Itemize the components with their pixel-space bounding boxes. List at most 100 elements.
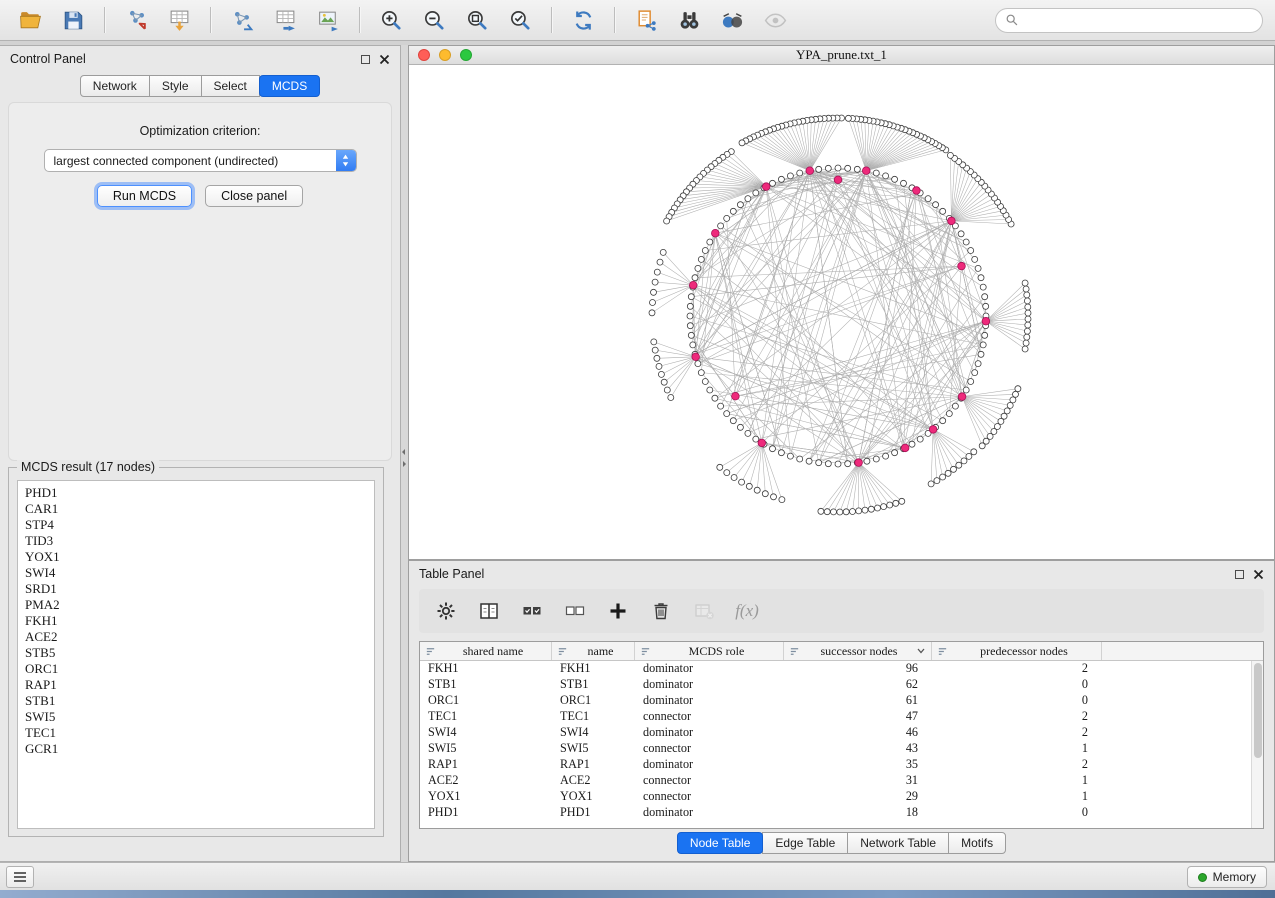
float-table-panel-button[interactable]	[1235, 570, 1244, 579]
tab-mcds[interactable]: MCDS	[259, 75, 320, 97]
table-cell[interactable]: SWI4	[420, 725, 552, 741]
mcds-result-item[interactable]: PHD1	[25, 485, 374, 501]
table-cell[interactable]: 29	[784, 789, 932, 805]
mcds-result-item[interactable]: GCR1	[25, 741, 374, 757]
table-cell[interactable]: connector	[635, 789, 784, 805]
splitter-collapse-left-icon[interactable]	[402, 449, 405, 455]
unselect-all-button[interactable]	[560, 596, 590, 626]
preview-button[interactable]	[757, 4, 793, 36]
column-header-name[interactable]: name	[552, 642, 635, 660]
import-table-button[interactable]	[161, 4, 197, 36]
tab-select[interactable]: Select	[201, 75, 260, 97]
import-network-button[interactable]	[118, 4, 154, 36]
table-cell[interactable]: 2	[932, 709, 1102, 725]
tab-style[interactable]: Style	[149, 75, 202, 97]
split-columns-button[interactable]	[474, 596, 504, 626]
splitter-collapse-right-icon[interactable]	[403, 461, 406, 467]
table-cell[interactable]: 35	[784, 757, 932, 773]
mcds-result-item[interactable]: SWI5	[25, 709, 374, 725]
table-row[interactable]: SWI4SWI4dominator462	[420, 725, 1251, 741]
tab-motifs[interactable]: Motifs	[948, 832, 1006, 854]
hide-columns-button[interactable]	[689, 596, 719, 626]
export-image-button[interactable]	[310, 4, 346, 36]
manage-views-button[interactable]	[714, 4, 750, 36]
table-cell[interactable]: dominator	[635, 805, 784, 821]
table-cell[interactable]: 47	[784, 709, 932, 725]
table-cell[interactable]: YOX1	[420, 789, 552, 805]
table-row[interactable]: YOX1YOX1connector291	[420, 789, 1251, 805]
table-row[interactable]: ORC1ORC1dominator610	[420, 693, 1251, 709]
mcds-result-item[interactable]: TEC1	[25, 725, 374, 741]
mcds-result-item[interactable]: SRD1	[25, 581, 374, 597]
table-cell[interactable]: SWI5	[552, 741, 635, 757]
table-cell[interactable]: dominator	[635, 661, 784, 677]
table-cell[interactable]: connector	[635, 773, 784, 789]
table-cell[interactable]: 0	[932, 677, 1102, 693]
table-cell[interactable]: 96	[784, 661, 932, 677]
close-table-panel-button[interactable]	[1253, 569, 1264, 580]
mcds-result-item[interactable]: RAP1	[25, 677, 374, 693]
table-cell[interactable]: 0	[932, 693, 1102, 709]
table-row[interactable]: FKH1FKH1dominator962	[420, 661, 1251, 677]
table-cell[interactable]: ORC1	[552, 693, 635, 709]
network-graph[interactable]	[409, 65, 1274, 560]
tab-network[interactable]: Network	[80, 75, 150, 97]
table-cell[interactable]: dominator	[635, 757, 784, 773]
table-cell[interactable]: FKH1	[552, 661, 635, 677]
table-scrollbar[interactable]	[1251, 661, 1263, 828]
memory-button[interactable]: Memory	[1187, 866, 1267, 888]
mcds-result-item[interactable]: SWI4	[25, 565, 374, 581]
mcds-result-item[interactable]: PMA2	[25, 597, 374, 613]
table-cell[interactable]: 1	[932, 789, 1102, 805]
table-cell[interactable]: 0	[932, 805, 1102, 821]
settings-button[interactable]	[431, 596, 461, 626]
table-cell[interactable]: PHD1	[420, 805, 552, 821]
table-cell[interactable]: dominator	[635, 677, 784, 693]
table-cell[interactable]: 18	[784, 805, 932, 821]
table-cell[interactable]: RAP1	[552, 757, 635, 773]
mcds-result-item[interactable]: STB5	[25, 645, 374, 661]
table-cell[interactable]: STB1	[420, 677, 552, 693]
table-cell[interactable]: YOX1	[552, 789, 635, 805]
table-cell[interactable]: TEC1	[420, 709, 552, 725]
table-cell[interactable]: PHD1	[552, 805, 635, 821]
export-network-button[interactable]	[224, 4, 260, 36]
mcds-result-list[interactable]: PHD1CAR1STP4TID3YOX1SWI4SRD1PMA2FKH1ACE2…	[17, 480, 375, 829]
mcds-result-item[interactable]: ORC1	[25, 661, 374, 677]
table-cell[interactable]: 1	[932, 741, 1102, 757]
table-cell[interactable]: connector	[635, 741, 784, 757]
mcds-result-item[interactable]: TID3	[25, 533, 374, 549]
table-cell[interactable]: dominator	[635, 693, 784, 709]
zoom-out-button[interactable]	[416, 4, 452, 36]
function-builder-button[interactable]: f(x)	[732, 596, 762, 626]
table-row[interactable]: TEC1TEC1connector472	[420, 709, 1251, 725]
column-header-MCDS-role[interactable]: MCDS role	[635, 642, 784, 660]
table-cell[interactable]: TEC1	[552, 709, 635, 725]
panel-splitter[interactable]	[401, 45, 408, 862]
optimization-criterion-select[interactable]: largest connected component (undirected)	[44, 149, 357, 172]
mcds-result-item[interactable]: ACE2	[25, 629, 374, 645]
table-row[interactable]: PHD1PHD1dominator180	[420, 805, 1251, 821]
table-cell[interactable]: dominator	[635, 725, 784, 741]
table-row[interactable]: SWI5SWI5connector431	[420, 741, 1251, 757]
mcds-result-item[interactable]: FKH1	[25, 613, 374, 629]
add-row-button[interactable]	[603, 596, 633, 626]
table-cell[interactable]: 31	[784, 773, 932, 789]
mcds-result-item[interactable]: CAR1	[25, 501, 374, 517]
table-cell[interactable]: RAP1	[420, 757, 552, 773]
table-cell[interactable]: STB1	[552, 677, 635, 693]
mcds-result-item[interactable]: STB1	[25, 693, 374, 709]
table-cell[interactable]: connector	[635, 709, 784, 725]
mcds-result-item[interactable]: STP4	[25, 517, 374, 533]
table-cell[interactable]: 61	[784, 693, 932, 709]
find-button[interactable]	[671, 4, 707, 36]
zoom-fit-button[interactable]	[459, 4, 495, 36]
refresh-layout-button[interactable]	[565, 4, 601, 36]
table-cell[interactable]: 62	[784, 677, 932, 693]
tab-network-table[interactable]: Network Table	[847, 832, 949, 854]
zoom-in-button[interactable]	[373, 4, 409, 36]
table-cell[interactable]: SWI4	[552, 725, 635, 741]
select-all-button[interactable]	[517, 596, 547, 626]
export-table-button[interactable]	[267, 4, 303, 36]
column-header-shared-name[interactable]: shared name	[420, 642, 552, 660]
